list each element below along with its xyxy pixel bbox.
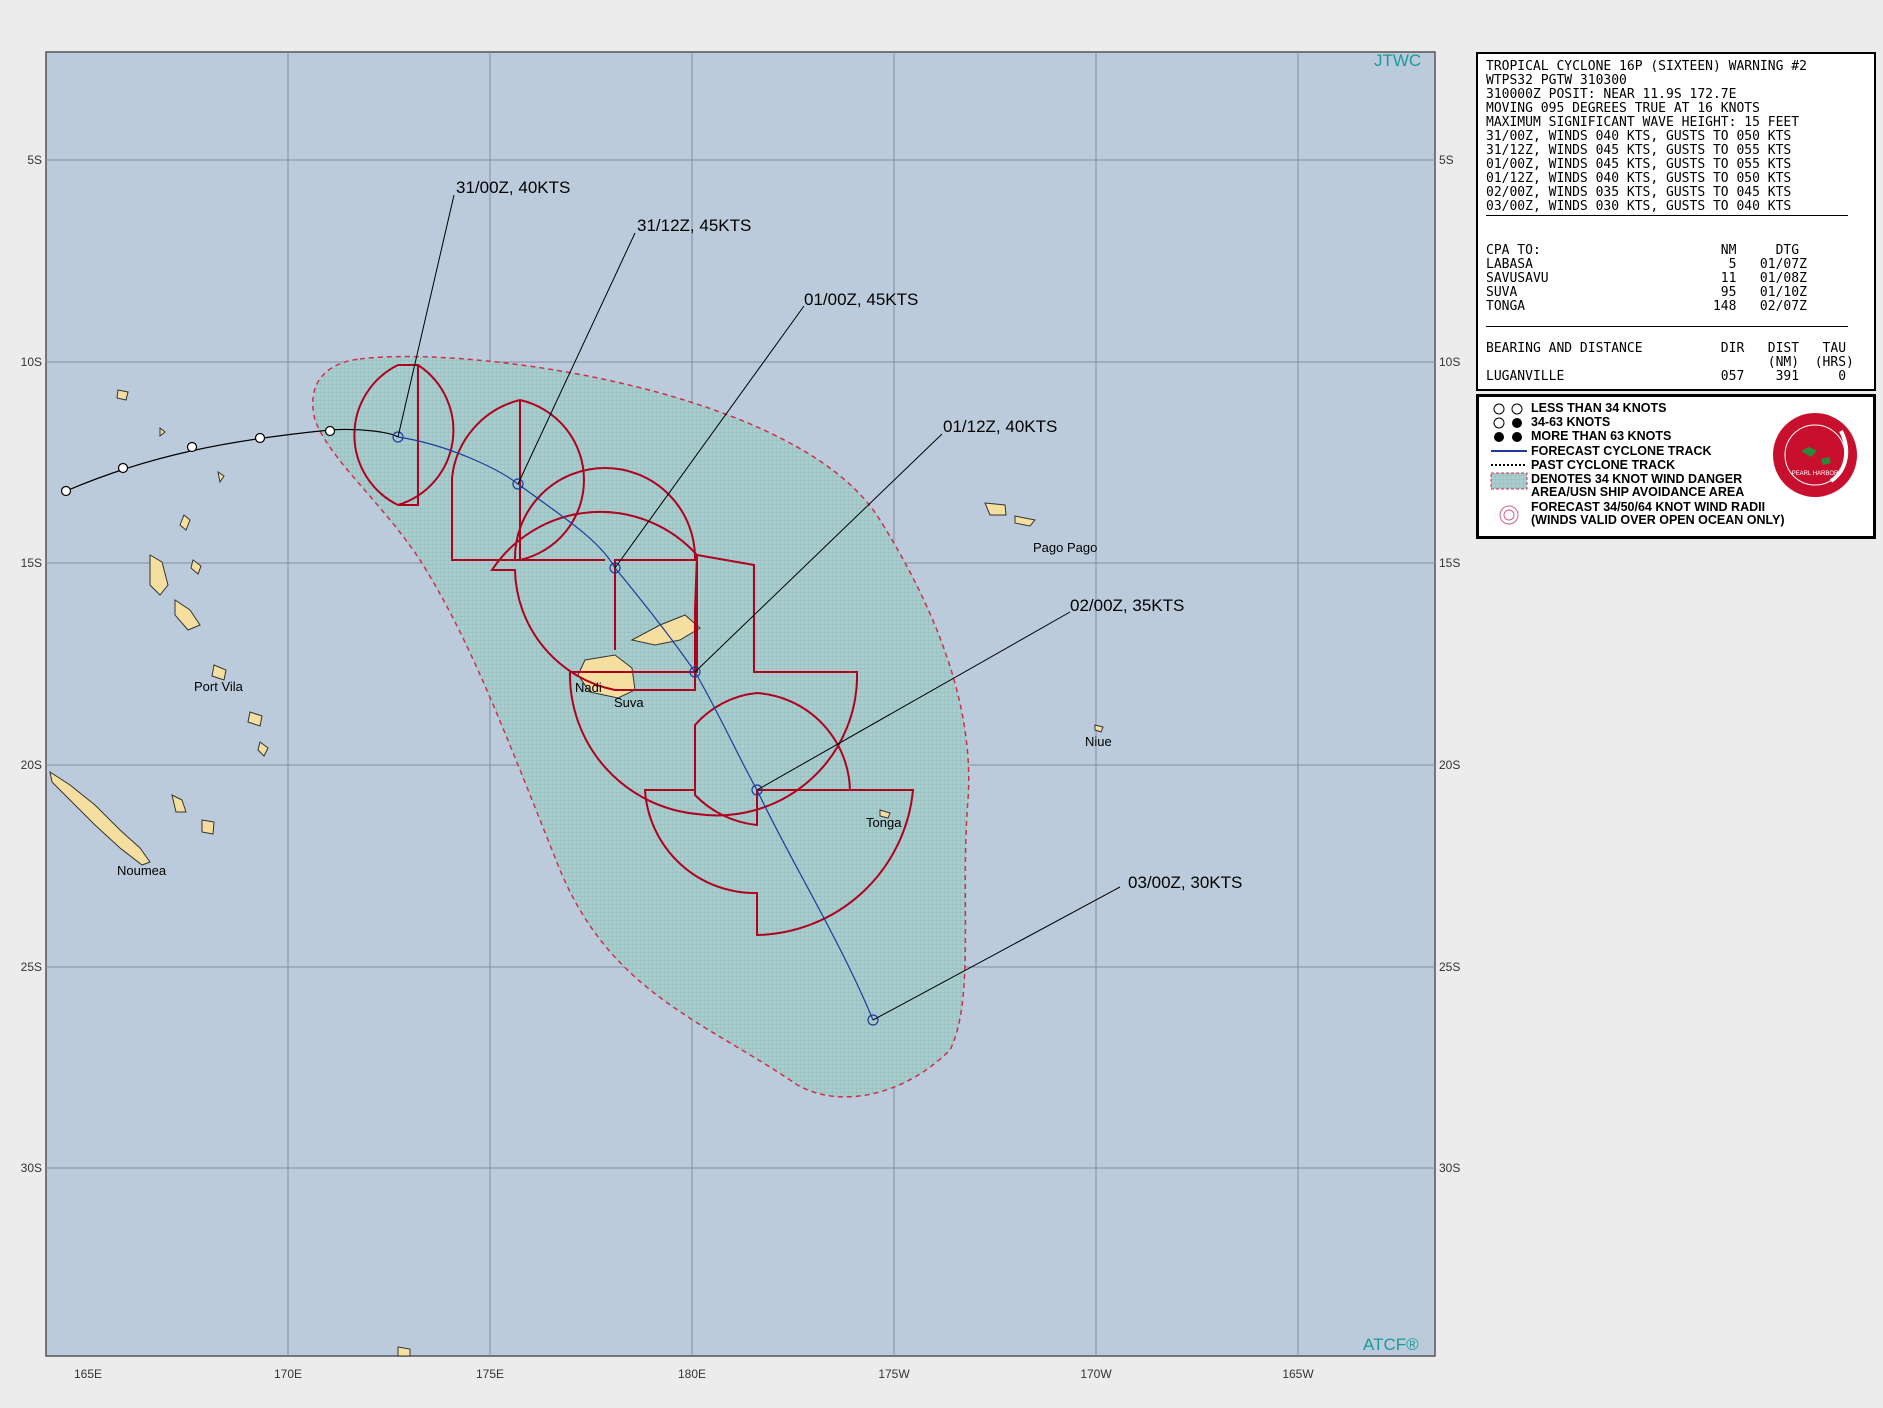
- bearing-header: BEARING AND DISTANCE DIR DIST TAU: [1486, 341, 1847, 356]
- warning-line: 310000Z POSIT: NEAR 11.9S 172.7E: [1486, 87, 1737, 102]
- place-label: Tonga: [866, 815, 902, 830]
- lon-tick-label: 170E: [274, 1367, 302, 1381]
- warning-line: TROPICAL CYCLONE 16P (SIXTEEN) WARNING #…: [1486, 59, 1807, 74]
- forecast-label: 01/00Z, 45KTS: [804, 290, 918, 309]
- jtwc-emblem-logo: PEARL HARBOR: [1773, 413, 1857, 497]
- warning-line: 01/12Z, WINDS 040 KTS, GUSTS TO 050 KTS: [1486, 171, 1792, 186]
- legend-item-less-than-34: LESS THAN 34 KNOTS: [1531, 401, 1667, 415]
- legend-box: LESS THAN 34 KNOTS 34-63 KNOTS MORE THAN…: [1476, 394, 1876, 539]
- lat-tick-label: 20S: [21, 758, 42, 772]
- cpa-row: SAVUSAVU 11 01/08Z: [1486, 271, 1807, 286]
- cpa-header: CPA TO: NM DTG: [1486, 243, 1800, 258]
- cpa-row: LABASA 5 01/07Z: [1486, 257, 1807, 272]
- cpa-row: TONGA 148 02/07Z: [1486, 299, 1807, 314]
- warning-line: 03/00Z, WINDS 030 KTS, GUSTS TO 040 KTS: [1486, 199, 1792, 214]
- lon-tick-label: 175W: [878, 1367, 910, 1381]
- lat-tick-label: 5S: [1439, 153, 1454, 167]
- place-label: Port Vila: [194, 679, 244, 694]
- warning-line: 31/12Z, WINDS 045 KTS, GUSTS TO 055 KTS: [1486, 143, 1792, 158]
- divider: [1486, 326, 1848, 327]
- warning-line: MOVING 095 DEGREES TRUE AT 16 KNOTS: [1486, 101, 1760, 116]
- agency-label-atcf: ATCF®: [1363, 1335, 1419, 1354]
- place-label: Pago Pago: [1033, 540, 1097, 555]
- lon-tick-label: 165W: [1282, 1367, 1314, 1381]
- forecast-label: 31/12Z, 45KTS: [637, 216, 751, 235]
- place-label: Nadi: [575, 680, 602, 695]
- forecast-label: 02/00Z, 35KTS: [1070, 596, 1184, 615]
- warning-line: MAXIMUM SIGNIFICANT WAVE HEIGHT: 15 FEET: [1486, 115, 1800, 130]
- svg-text:PEARL HARBOR: PEARL HARBOR: [1792, 471, 1839, 477]
- legend-item-wind-radii: FORECAST 34/50/64 KNOT WIND RADII (WINDS…: [1531, 500, 1785, 527]
- legend-item-past-track: PAST CYCLONE TRACK: [1531, 458, 1676, 472]
- warning-line: 31/00Z, WINDS 040 KTS, GUSTS TO 050 KTS: [1486, 129, 1792, 144]
- warning-line: WTPS32 PGTW 310300: [1486, 73, 1627, 88]
- legend-symbols: [1490, 403, 1528, 525]
- lon-tick-label: 175E: [476, 1367, 504, 1381]
- place-label: Noumea: [117, 863, 167, 878]
- lat-tick-label: 15S: [21, 556, 42, 570]
- lat-tick-label: 5S: [27, 153, 42, 167]
- bearing-row: LUGANVILLE 057 391 0: [1486, 369, 1847, 384]
- agency-label-jtwc: JTWC: [1374, 51, 1421, 70]
- bearing-units: (NM) (HRS): [1486, 355, 1854, 370]
- legend-item-more-than-63: MORE THAN 63 KNOTS: [1531, 429, 1672, 443]
- place-label: Niue: [1085, 734, 1112, 749]
- warning-line: 01/00Z, WINDS 045 KTS, GUSTS TO 055 KTS: [1486, 157, 1792, 172]
- forecast-label: 01/12Z, 40KTS: [943, 417, 1057, 436]
- forecast-label: 03/00Z, 30KTS: [1128, 873, 1242, 892]
- lat-tick-label: 25S: [1439, 960, 1460, 974]
- forecast-label: 31/00Z, 40KTS: [456, 178, 570, 197]
- lat-tick-label: 25S: [21, 960, 42, 974]
- lat-tick-label: 10S: [21, 355, 42, 369]
- warning-info-box: TROPICAL CYCLONE 16P (SIXTEEN) WARNING #…: [1476, 52, 1876, 391]
- lat-tick-label: 30S: [1439, 1161, 1460, 1175]
- lat-tick-label: 10S: [1439, 355, 1460, 369]
- lat-tick-label: 15S: [1439, 556, 1460, 570]
- legend-item-danger-area: DENOTES 34 KNOT WIND DANGER AREA/USN SHI…: [1531, 472, 1745, 499]
- divider: [1486, 215, 1848, 216]
- lat-tick-label: 20S: [1439, 758, 1460, 772]
- warning-line: 02/00Z, WINDS 035 KTS, GUSTS TO 045 KTS: [1486, 185, 1792, 200]
- lon-tick-label: 165E: [74, 1367, 102, 1381]
- cpa-row: SUVA 95 01/10Z: [1486, 285, 1807, 300]
- lon-tick-label: 180E: [678, 1367, 706, 1381]
- legend-item-forecast-track: FORECAST CYCLONE TRACK: [1531, 444, 1712, 458]
- legend-item-34-63: 34-63 KNOTS: [1531, 415, 1611, 429]
- lon-tick-label: 170W: [1080, 1367, 1112, 1381]
- lat-tick-label: 30S: [21, 1161, 42, 1175]
- place-label: Suva: [614, 695, 644, 710]
